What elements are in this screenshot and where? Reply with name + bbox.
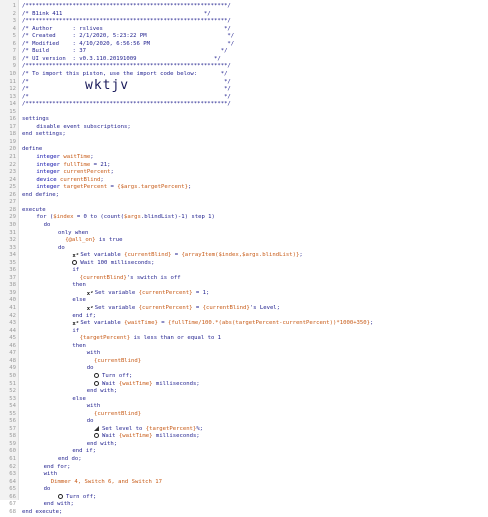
- set-variable-icon: x²: [86, 306, 94, 312]
- code-line-execute-close[interactable]: 68 end execute;: [0, 508, 488, 517]
- import-code[interactable]: wktjv: [85, 78, 129, 93]
- code-text: end execute;: [22, 508, 63, 515]
- level-icon: [94, 425, 99, 431]
- power-icon: [94, 372, 99, 378]
- set-variable-icon: x²: [72, 321, 80, 328]
- power-icon: [58, 493, 63, 499]
- set-variable-icon: x²: [72, 253, 80, 260]
- piston-code-view: 1/**************************************…: [0, 0, 488, 515]
- line-number: 68: [9, 508, 16, 515]
- clock-icon: [94, 380, 99, 386]
- clock-icon: [72, 259, 78, 265]
- clock-icon: [94, 433, 99, 439]
- set-variable-icon: x²: [86, 290, 94, 297]
